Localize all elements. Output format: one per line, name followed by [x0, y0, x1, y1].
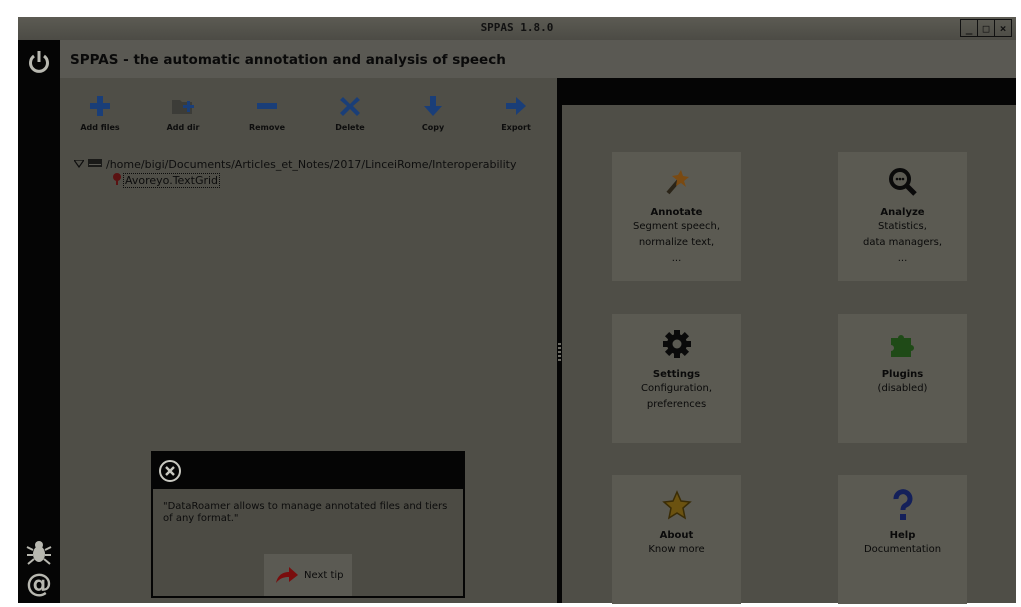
- add-files-label: Add files: [80, 123, 120, 132]
- tree-file-row[interactable]: Avoreyo.TextGrid: [74, 172, 516, 188]
- analyze-description: Statistics, data managers, ...: [838, 219, 967, 267]
- plugins-title: Plugins: [881, 369, 924, 380]
- settings-line: Configuration,: [641, 383, 712, 394]
- main-actions-pane: Annotate Segment speech, normalize text,…: [562, 105, 1016, 604]
- annotate-line: ...: [671, 253, 682, 264]
- folder-path: /home/bigi/Documents/Articles_et_Notes/2…: [106, 157, 517, 171]
- puzzle-piece-icon: [838, 328, 967, 360]
- analyze-title: Analyze: [880, 207, 925, 218]
- delete-label: Delete: [335, 123, 365, 132]
- add-dir-button[interactable]: Add dir: [157, 92, 209, 132]
- tip-dialog: "DataRoamer allows to manage annotated f…: [151, 451, 465, 598]
- remove-button[interactable]: Remove: [241, 92, 293, 132]
- about-card[interactable]: About Know more: [612, 475, 741, 604]
- analyze-card[interactable]: Analyze Statistics, data managers, ...: [838, 152, 967, 281]
- gear-icon: [612, 328, 741, 360]
- right-pane-header: [562, 78, 1016, 105]
- help-title: Help: [889, 530, 916, 541]
- add-files-button[interactable]: Add files: [74, 92, 126, 132]
- annotate-line: Segment speech,: [632, 221, 721, 232]
- bug-icon[interactable]: [23, 536, 55, 568]
- app-title: SPPAS - the automatic annotation and ana…: [70, 52, 506, 68]
- help-line: Documentation: [863, 544, 942, 555]
- annotate-description: Segment speech, normalize text, ...: [612, 219, 741, 267]
- export-button[interactable]: Export: [490, 92, 542, 132]
- tip-text: "DataRoamer allows to manage annotated f…: [163, 501, 448, 524]
- settings-line: preferences: [646, 399, 707, 410]
- about-description: Know more: [612, 542, 741, 558]
- delete-button[interactable]: Delete: [324, 92, 376, 132]
- tree-folder-row[interactable]: /home/bigi/Documents/Articles_et_Notes/2…: [72, 156, 517, 172]
- annotate-line: normalize text,: [638, 237, 715, 248]
- next-tip-button[interactable]: Next tip: [264, 554, 352, 596]
- settings-title: Settings: [652, 369, 701, 380]
- add-dir-label: Add dir: [166, 123, 200, 132]
- title-bar[interactable]: SPPAS 1.8.0 _ □ ×: [18, 17, 1016, 41]
- at-sign-icon[interactable]: @: [23, 568, 55, 600]
- close-circle-icon[interactable]: [158, 459, 182, 483]
- plugins-description: (disabled): [838, 381, 967, 397]
- settings-card[interactable]: Settings Configuration, preferences: [612, 314, 741, 443]
- drive-icon: [88, 158, 106, 171]
- about-line: Know more: [648, 544, 705, 555]
- magnifier-icon: [838, 166, 967, 198]
- remove-label: Remove: [248, 123, 286, 132]
- close-button[interactable]: ×: [994, 20, 1011, 36]
- arrow-right-icon: [490, 92, 542, 120]
- annotate-card[interactable]: Annotate Segment speech, normalize text,…: [612, 152, 741, 281]
- app-header: SPPAS - the automatic annotation and ana…: [60, 40, 1016, 78]
- minimize-button[interactable]: _: [961, 20, 977, 36]
- star-icon: [612, 489, 741, 521]
- textgrid-file-icon: [112, 172, 124, 188]
- analyze-line: ...: [897, 253, 908, 264]
- splitter-handle[interactable]: [558, 343, 561, 363]
- file-tree: /home/bigi/Documents/Articles_et_Notes/2…: [72, 156, 517, 188]
- sidebar: @: [18, 40, 60, 603]
- analyze-line: data managers,: [862, 237, 943, 248]
- power-icon[interactable]: [23, 46, 55, 78]
- file-manager-pane: Add files Add dir Remove Delete Copy Exp…: [60, 78, 557, 603]
- magic-wand-icon: [612, 166, 741, 198]
- copy-label: Copy: [421, 123, 445, 132]
- analyze-line: Statistics,: [878, 221, 927, 232]
- sppas-window: SPPAS 1.8.0 _ □ × @ SPPAS - the automati…: [18, 17, 1016, 604]
- annotate-title: Annotate: [650, 207, 703, 218]
- curved-arrow-icon: [274, 565, 300, 585]
- add-folder-icon: [157, 92, 209, 120]
- help-card[interactable]: Help Documentation: [838, 475, 967, 604]
- window-title: SPPAS 1.8.0: [480, 21, 554, 34]
- plugins-card[interactable]: Plugins (disabled): [838, 314, 967, 443]
- window-controls: _ □ ×: [960, 19, 1012, 37]
- delete-x-icon: [324, 92, 376, 120]
- copy-button[interactable]: Copy: [407, 92, 459, 132]
- export-label: Export: [501, 123, 531, 132]
- question-mark-icon: [838, 489, 967, 521]
- arrow-down-icon: [407, 92, 459, 120]
- right-pane-top-edge: [562, 105, 1016, 115]
- file-name: Avoreyo.TextGrid: [122, 172, 221, 188]
- maximize-button[interactable]: □: [977, 20, 994, 36]
- expand-triangle-icon[interactable]: [72, 158, 88, 171]
- about-title: About: [659, 530, 694, 541]
- plus-icon: [74, 92, 126, 120]
- settings-description: Configuration, preferences: [612, 381, 741, 413]
- tip-dialog-header: [153, 453, 463, 489]
- plugins-line: (disabled): [877, 383, 928, 394]
- next-tip-label: Next tip: [304, 569, 344, 581]
- minus-icon: [241, 92, 293, 120]
- help-description: Documentation: [838, 542, 967, 558]
